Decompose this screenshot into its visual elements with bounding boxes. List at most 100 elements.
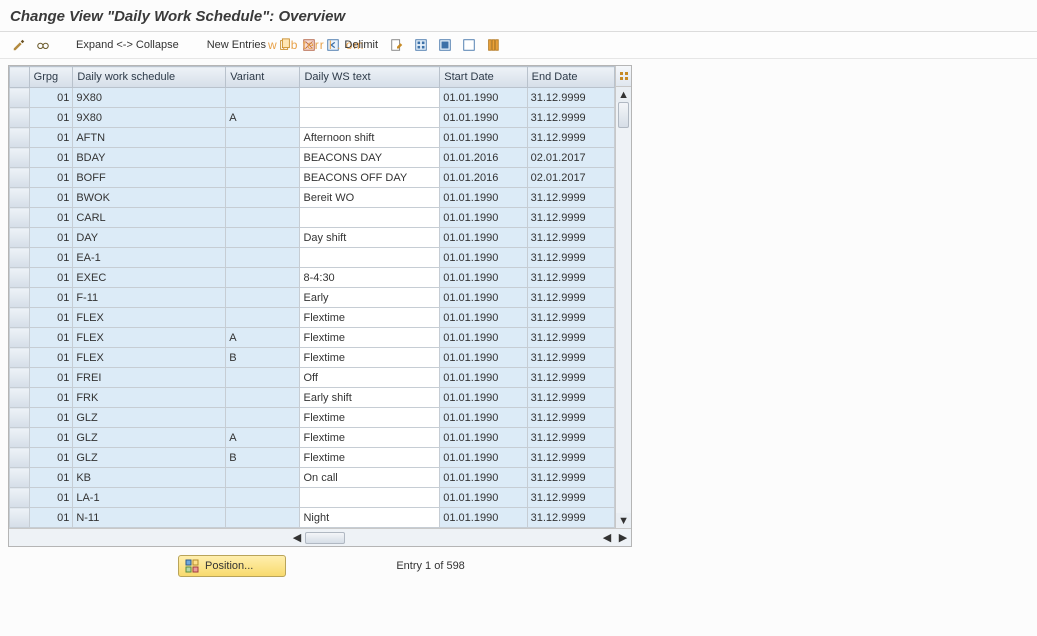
cell-dws[interactable]: BDAY <box>73 148 226 168</box>
row-selector[interactable] <box>10 368 30 388</box>
cell-dws[interactable]: AFTN <box>73 128 226 148</box>
cell-grpg[interactable]: 01 <box>29 128 73 148</box>
cell-end[interactable]: 31.12.9999 <box>527 248 614 268</box>
cell-grpg[interactable]: 01 <box>29 328 73 348</box>
cell-dws[interactable]: 9X80 <box>73 88 226 108</box>
scroll-left2-icon[interactable]: ◀ <box>599 531 615 545</box>
cell-text[interactable]: Flextime <box>300 348 440 368</box>
cell-start[interactable]: 01.01.1990 <box>440 288 527 308</box>
cell-variant[interactable] <box>226 488 300 508</box>
scroll-up-icon[interactable]: ▲ <box>616 87 631 102</box>
cell-end[interactable]: 31.12.9999 <box>527 188 614 208</box>
cell-start[interactable]: 01.01.1990 <box>440 248 527 268</box>
cell-text[interactable] <box>300 88 440 108</box>
cell-text[interactable]: Flextime <box>300 448 440 468</box>
cell-start[interactable]: 01.01.1990 <box>440 308 527 328</box>
cell-variant[interactable]: B <box>226 348 300 368</box>
cell-variant[interactable] <box>226 368 300 388</box>
cell-start[interactable]: 01.01.1990 <box>440 488 527 508</box>
row-selector[interactable] <box>10 228 30 248</box>
cell-grpg[interactable]: 01 <box>29 488 73 508</box>
cell-variant[interactable]: B <box>226 448 300 468</box>
cell-grpg[interactable]: 01 <box>29 248 73 268</box>
copy-icon[interactable] <box>276 36 294 54</box>
cell-variant[interactable] <box>226 388 300 408</box>
row-selector[interactable] <box>10 508 30 528</box>
cell-variant[interactable] <box>226 468 300 488</box>
scroll-track-v[interactable] <box>616 102 631 513</box>
cell-start[interactable]: 01.01.1990 <box>440 448 527 468</box>
row-selector[interactable] <box>10 328 30 348</box>
cell-variant[interactable] <box>226 88 300 108</box>
configuration-icon[interactable] <box>484 36 502 54</box>
header-end[interactable]: End Date <box>527 67 614 88</box>
cell-text[interactable]: Night <box>300 508 440 528</box>
cell-start[interactable]: 01.01.1990 <box>440 88 527 108</box>
cell-text[interactable]: Bereit WO <box>300 188 440 208</box>
cell-text[interactable]: BEACONS DAY <box>300 148 440 168</box>
cell-variant[interactable]: A <box>226 428 300 448</box>
cell-grpg[interactable]: 01 <box>29 208 73 228</box>
cell-grpg[interactable]: 01 <box>29 108 73 128</box>
row-selector[interactable] <box>10 468 30 488</box>
cell-end[interactable]: 31.12.9999 <box>527 448 614 468</box>
cell-start[interactable]: 01.01.1990 <box>440 368 527 388</box>
expand-collapse-button[interactable]: Expand <-> Collapse <box>72 37 183 53</box>
cell-end[interactable]: 02.01.2017 <box>527 168 614 188</box>
row-selector[interactable] <box>10 448 30 468</box>
cell-grpg[interactable]: 01 <box>29 188 73 208</box>
cell-end[interactable]: 31.12.9999 <box>527 108 614 128</box>
cell-end[interactable]: 02.01.2017 <box>527 148 614 168</box>
scroll-thumb-v[interactable] <box>618 102 629 128</box>
cell-dws[interactable]: BWOK <box>73 188 226 208</box>
cell-variant[interactable] <box>226 288 300 308</box>
cell-variant[interactable] <box>226 508 300 528</box>
cell-variant[interactable] <box>226 248 300 268</box>
cell-text[interactable]: On call <box>300 468 440 488</box>
doc-edit-icon[interactable] <box>388 36 406 54</box>
cell-dws[interactable]: CARL <box>73 208 226 228</box>
cell-end[interactable]: 31.12.9999 <box>527 288 614 308</box>
cell-start[interactable]: 01.01.1990 <box>440 208 527 228</box>
cell-start[interactable]: 01.01.1990 <box>440 128 527 148</box>
scroll-left-icon[interactable]: ◀ <box>289 531 305 545</box>
cell-grpg[interactable]: 01 <box>29 448 73 468</box>
cell-start[interactable]: 01.01.1990 <box>440 328 527 348</box>
cell-end[interactable]: 31.12.9999 <box>527 308 614 328</box>
cell-end[interactable]: 31.12.9999 <box>527 128 614 148</box>
select-block-icon[interactable] <box>436 36 454 54</box>
cell-start[interactable]: 01.01.1990 <box>440 108 527 128</box>
row-selector[interactable] <box>10 268 30 288</box>
glasses-icon[interactable] <box>34 36 52 54</box>
horizontal-scrollbar[interactable]: ◀ ◀ ▶ <box>9 528 631 546</box>
cell-dws[interactable]: EXEC <box>73 268 226 288</box>
row-selector[interactable] <box>10 308 30 328</box>
cell-variant[interactable] <box>226 408 300 428</box>
cell-variant[interactable] <box>226 188 300 208</box>
header-variant[interactable]: Variant <box>226 67 300 88</box>
position-button[interactable]: Position... <box>178 555 286 577</box>
cell-grpg[interactable]: 01 <box>29 348 73 368</box>
cell-variant[interactable] <box>226 228 300 248</box>
cell-variant[interactable] <box>226 148 300 168</box>
row-selector[interactable] <box>10 128 30 148</box>
cell-dws[interactable]: FLEX <box>73 328 226 348</box>
cell-dws[interactable]: 9X80 <box>73 108 226 128</box>
header-start[interactable]: Start Date <box>440 67 527 88</box>
new-entries-button[interactable]: New Entries <box>203 37 270 53</box>
cell-text[interactable]: Day shift <box>300 228 440 248</box>
cell-variant[interactable] <box>226 208 300 228</box>
cell-dws[interactable]: FRK <box>73 388 226 408</box>
cell-text[interactable]: Afternoon shift <box>300 128 440 148</box>
cell-grpg[interactable]: 01 <box>29 508 73 528</box>
cell-dws[interactable]: BOFF <box>73 168 226 188</box>
cell-start[interactable]: 01.01.1990 <box>440 348 527 368</box>
cell-text[interactable]: Flextime <box>300 428 440 448</box>
cell-start[interactable]: 01.01.1990 <box>440 508 527 528</box>
cell-start[interactable]: 01.01.1990 <box>440 228 527 248</box>
cell-start[interactable]: 01.01.1990 <box>440 268 527 288</box>
row-selector[interactable] <box>10 248 30 268</box>
cell-dws[interactable]: FLEX <box>73 308 226 328</box>
cell-end[interactable]: 31.12.9999 <box>527 488 614 508</box>
cell-start[interactable]: 01.01.1990 <box>440 428 527 448</box>
